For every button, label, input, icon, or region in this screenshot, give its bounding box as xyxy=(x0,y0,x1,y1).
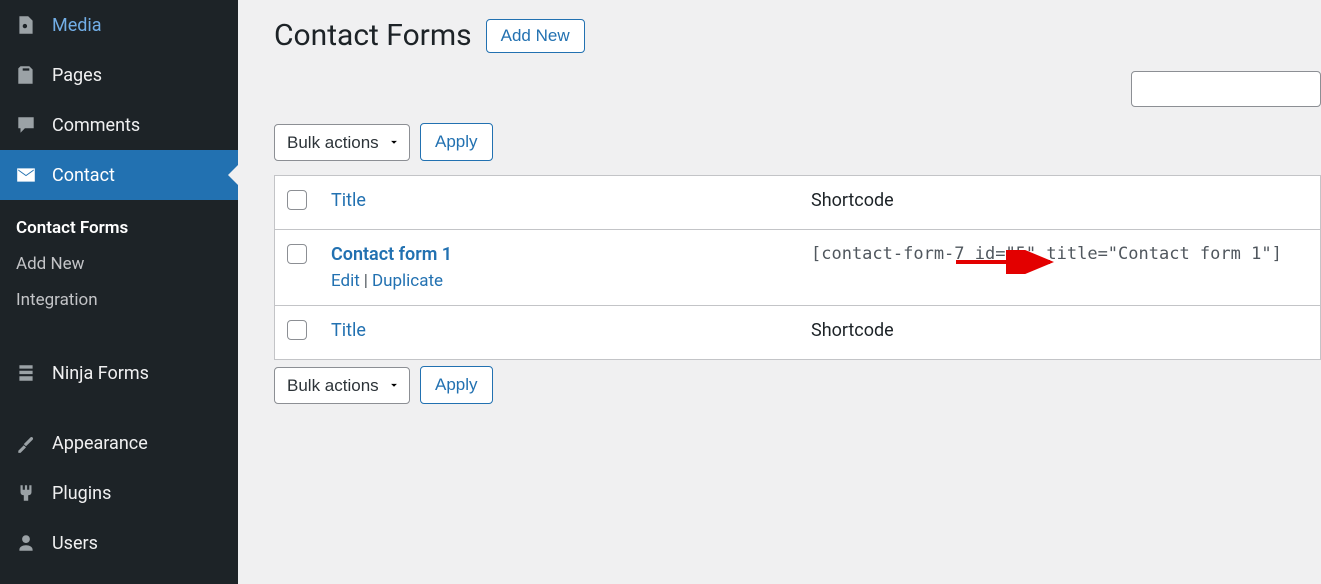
shortcode-text[interactable]: [contact-form-7 id="5" title="Contact fo… xyxy=(811,244,1282,264)
submenu-contact-forms[interactable]: Contact Forms xyxy=(0,210,238,246)
col-shortcode-header: Shortcode xyxy=(799,176,1321,230)
pages-icon xyxy=(14,63,38,87)
tablenav-bottom: Bulk actions Apply xyxy=(274,360,1321,418)
sidebar-item-label: Pages xyxy=(52,65,102,86)
page-title: Contact Forms xyxy=(274,18,472,53)
mail-icon xyxy=(14,163,38,187)
sidebar-item-label: Comments xyxy=(52,115,140,136)
admin-sidebar: Media Pages Comments Contact Contact For… xyxy=(0,0,238,584)
tablenav-top: Bulk actions Apply xyxy=(274,117,1321,175)
sidebar-item-appearance[interactable]: Appearance xyxy=(0,418,238,468)
sidebar-item-media[interactable]: Media xyxy=(0,0,238,50)
duplicate-link[interactable]: Duplicate xyxy=(372,271,443,291)
search-input[interactable] xyxy=(1131,71,1321,107)
sidebar-item-label: Plugins xyxy=(52,483,111,504)
sidebar-item-label: Media xyxy=(52,15,102,36)
table-row: Contact form 1 Edit|Duplicate [contact-f… xyxy=(275,230,1321,306)
apply-button-bottom[interactable]: Apply xyxy=(420,366,493,404)
media-icon xyxy=(14,13,38,37)
action-separator: | xyxy=(360,271,372,291)
sidebar-submenu-contact: Contact Forms Add New Integration xyxy=(0,200,238,328)
plugins-icon xyxy=(14,481,38,505)
sidebar-item-label: Ninja Forms xyxy=(52,363,149,384)
apply-button-top[interactable]: Apply xyxy=(420,123,493,161)
sidebar-separator xyxy=(0,328,238,348)
sidebar-item-ninja-forms[interactable]: Ninja Forms xyxy=(0,348,238,398)
col-title-link[interactable]: Title xyxy=(331,190,366,211)
col-title-footer[interactable]: Title xyxy=(319,306,799,360)
bulk-actions-select-bottom[interactable]: Bulk actions xyxy=(274,367,410,404)
submenu-integration[interactable]: Integration xyxy=(0,282,238,318)
sidebar-separator xyxy=(0,398,238,418)
form-icon xyxy=(14,361,38,385)
main-content: Contact Forms Add New Bulk actions Apply… xyxy=(238,0,1321,584)
row-actions: Edit|Duplicate xyxy=(331,271,787,291)
table-footer-row: Title Shortcode xyxy=(275,306,1321,360)
sidebar-item-pages[interactable]: Pages xyxy=(0,50,238,100)
select-all-header xyxy=(275,176,320,230)
edit-link[interactable]: Edit xyxy=(331,271,360,291)
appearance-icon xyxy=(14,431,38,455)
sidebar-item-users[interactable]: Users xyxy=(0,518,238,568)
sidebar-item-contact[interactable]: Contact xyxy=(0,150,238,200)
col-shortcode-footer: Shortcode xyxy=(799,306,1321,360)
select-all-checkbox-bottom[interactable] xyxy=(287,320,307,340)
comments-icon xyxy=(14,113,38,137)
bulk-actions-select[interactable]: Bulk actions xyxy=(274,124,410,161)
add-new-button[interactable]: Add New xyxy=(486,19,585,53)
table-header-row: Title Shortcode xyxy=(275,176,1321,230)
sidebar-item-comments[interactable]: Comments xyxy=(0,100,238,150)
sidebar-item-plugins[interactable]: Plugins xyxy=(0,468,238,518)
row-checkbox[interactable] xyxy=(287,244,307,264)
submenu-add-new[interactable]: Add New xyxy=(0,246,238,282)
sidebar-item-label: Appearance xyxy=(52,433,148,454)
users-icon xyxy=(14,531,38,555)
col-title-header[interactable]: Title xyxy=(319,176,799,230)
forms-table: Title Shortcode Contact form 1 Edit|Dupl… xyxy=(274,175,1321,360)
select-all-checkbox[interactable] xyxy=(287,190,307,210)
page-header: Contact Forms Add New xyxy=(274,10,1321,71)
sidebar-item-label: Users xyxy=(52,533,98,554)
search-wrap xyxy=(274,71,1321,107)
sidebar-item-label: Contact xyxy=(52,165,115,186)
row-title-link[interactable]: Contact form 1 xyxy=(331,244,452,265)
col-title-link[interactable]: Title xyxy=(331,320,366,341)
